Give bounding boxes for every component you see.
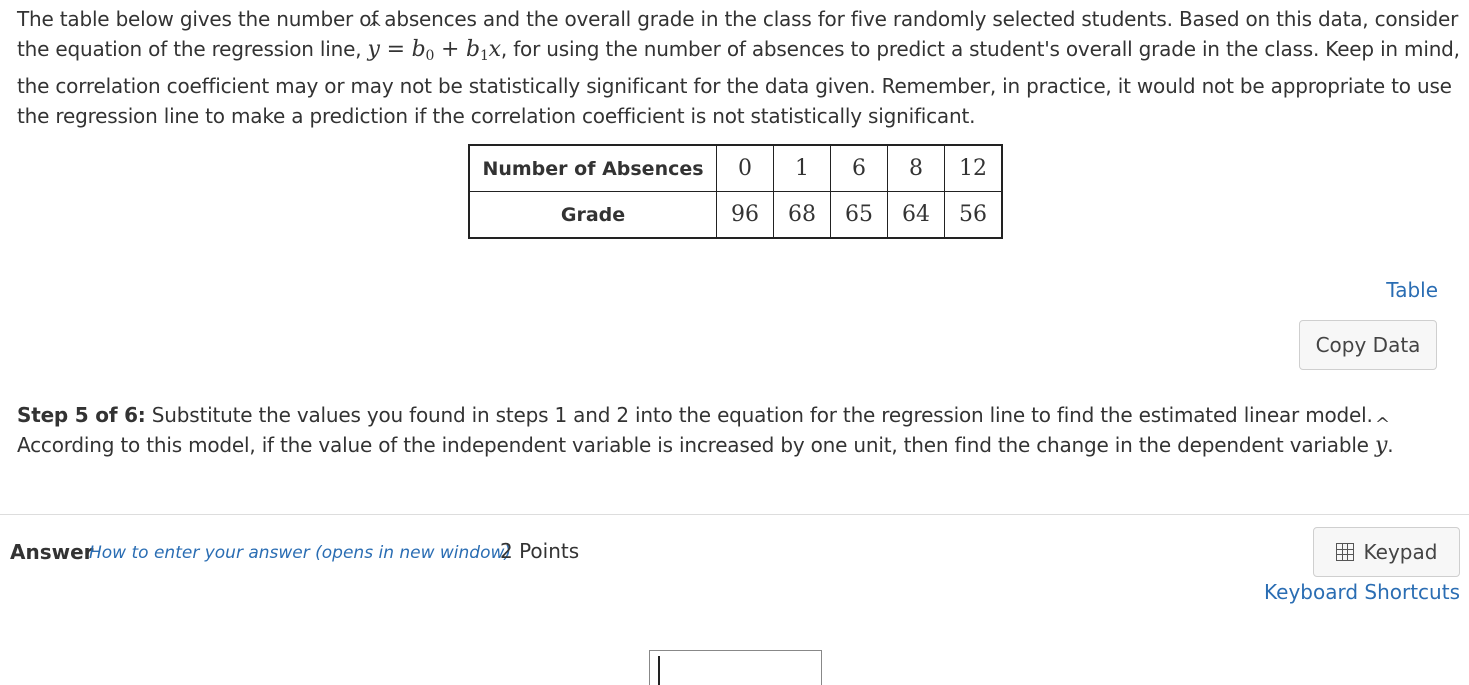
equation-b0: b0 <box>411 37 435 64</box>
table-cell: 12 <box>944 144 1003 192</box>
points-label: 2 Points <box>500 539 580 563</box>
table-row-grade: Grade 96 68 65 64 56 <box>468 191 1003 239</box>
answer-label: Answer <box>10 540 94 564</box>
how-to-enter-link[interactable]: How to enter your answer (opens in new w… <box>89 543 511 563</box>
table-cell: 64 <box>887 191 945 239</box>
table-cell: 68 <box>773 191 831 239</box>
page: The table below gives the number of abse… <box>0 0 1469 685</box>
table-cell: 8 <box>887 144 945 192</box>
step-end: . <box>1387 433 1394 457</box>
step-label: Step 5 of 6: <box>17 403 146 427</box>
table-cell: 6 <box>830 144 888 192</box>
y-hat-symbol: ^ y <box>367 18 383 63</box>
table-cell: 96 <box>716 191 774 239</box>
row-header-grade: Grade <box>468 191 717 239</box>
problem-statement: The table below gives the number of abse… <box>17 4 1462 131</box>
data-table: Number of Absences 0 1 6 8 12 Grade 96 6… <box>468 144 1003 239</box>
divider <box>0 514 1469 515</box>
keypad-icon <box>1335 543 1354 561</box>
text-cursor <box>658 656 660 685</box>
step-instructions: Step 5 of 6: Substitute the values you f… <box>17 400 1462 461</box>
row-header-absences: Number of Absences <box>468 144 717 192</box>
keypad-label: Keypad <box>1363 540 1438 564</box>
equation-b1x: b1x <box>466 37 501 64</box>
copy-data-button[interactable]: Copy Data <box>1299 320 1437 370</box>
table-row-absences: Number of Absences 0 1 6 8 12 <box>468 144 1003 192</box>
equation-equals: = <box>379 37 412 62</box>
table-cell: 56 <box>944 191 1003 239</box>
answer-input[interactable] <box>649 650 822 685</box>
table-cell: 0 <box>716 144 774 192</box>
keypad-button[interactable]: Keypad <box>1313 527 1460 577</box>
table-cell: 65 <box>830 191 888 239</box>
table-link[interactable]: Table <box>1386 278 1438 302</box>
keyboard-shortcuts-link[interactable]: Keyboard Shortcuts <box>1264 580 1460 604</box>
table-cell: 1 <box>773 144 831 192</box>
equation-plus: + <box>434 37 467 62</box>
step-text: Substitute the values you found in steps… <box>17 403 1375 457</box>
y-hat-symbol: ^ y <box>1374 414 1390 459</box>
